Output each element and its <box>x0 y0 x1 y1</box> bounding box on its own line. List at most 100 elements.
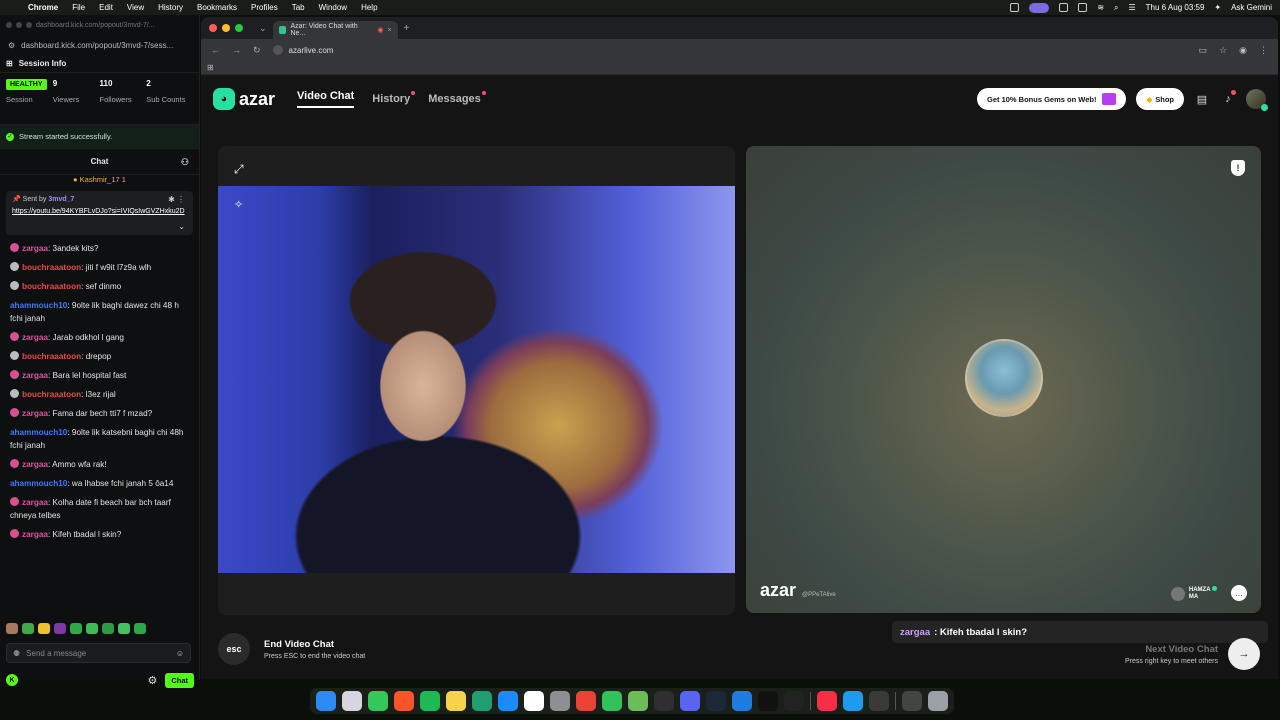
facetime-icon[interactable] <box>602 691 622 711</box>
store-icon[interactable]: ▤ <box>1194 91 1210 107</box>
unpin-more-icon[interactable]: ✱ ⋮ <box>168 195 185 204</box>
close-window-icon[interactable] <box>6 22 12 28</box>
search-icon[interactable]: ⌕ <box>1114 3 1118 13</box>
chat-username[interactable]: zargaa <box>22 498 48 507</box>
music-icon[interactable] <box>817 691 837 711</box>
launchpad-icon[interactable] <box>342 691 362 711</box>
site-settings-icon[interactable]: ⚙ <box>8 41 15 50</box>
appstore-icon[interactable] <box>498 691 518 711</box>
chat-bubble-icon[interactable]: … <box>1231 585 1247 601</box>
chat-send-button[interactable]: Chat <box>165 672 194 688</box>
kick-logo-icon[interactable]: K <box>6 674 18 686</box>
menu-view[interactable]: View <box>127 3 144 12</box>
shop-button[interactable]: ◆ Shop <box>1136 88 1184 110</box>
chat-users-icon[interactable]: ⚇ <box>181 157 189 168</box>
my-avatar[interactable] <box>1246 89 1268 111</box>
chat-username[interactable]: ahammouch10 <box>10 479 67 488</box>
discord-icon[interactable] <box>680 691 700 711</box>
azar-logo[interactable]: ◕ azar <box>213 88 275 110</box>
capcut2-icon[interactable] <box>784 691 804 711</box>
safari-icon[interactable] <box>843 691 863 711</box>
minimize-window-icon[interactable] <box>16 22 22 28</box>
messages-icon[interactable] <box>368 691 388 711</box>
nav-video-chat[interactable]: Video Chat <box>297 90 355 108</box>
bell-icon[interactable]: ♪ <box>1220 90 1236 107</box>
capcut-icon[interactable] <box>628 691 648 711</box>
input-source-icon[interactable] <box>1078 3 1088 12</box>
screen-recording-icon[interactable] <box>1029 2 1050 13</box>
new-tab-icon[interactable]: + <box>404 23 410 34</box>
menu-help[interactable]: Help <box>361 3 377 12</box>
menu-window[interactable]: Window <box>319 3 347 12</box>
next-arrow-icon[interactable]: → <box>1228 638 1260 670</box>
close-window-icon[interactable] <box>209 24 217 32</box>
chat-username[interactable]: zargaa <box>22 460 48 469</box>
omnibox[interactable]: azarlive.com <box>272 45 333 55</box>
reload-icon[interactable]: ↻ <box>253 45 261 56</box>
emote-icon[interactable] <box>86 623 98 634</box>
kick-url-bar[interactable]: ⚙ dashboard.kick.com/popout/3mvd-7/sess.… <box>0 35 199 55</box>
back-icon[interactable]: ← <box>211 45 220 55</box>
chat-username[interactable]: bouchraaatoon <box>22 390 81 399</box>
chat-username[interactable]: ahammouch10 <box>10 301 67 310</box>
chevron-down-icon[interactable]: ⌄ <box>178 222 185 231</box>
emote-icon[interactable] <box>38 623 50 634</box>
minimize-window-icon[interactable] <box>222 24 230 32</box>
chat-username[interactable]: ahammouch10 <box>10 428 67 437</box>
beauty-filter-icon[interactable]: ✧ <box>234 198 243 211</box>
control-center-icon[interactable]: ☰ <box>1129 3 1136 12</box>
cast-icon[interactable]: ▭ <box>1199 45 1208 56</box>
forward-icon[interactable]: → <box>232 45 241 55</box>
trash-icon[interactable] <box>928 691 948 711</box>
chrome-icon[interactable] <box>576 691 596 711</box>
emote-icon[interactable] <box>54 623 66 634</box>
menu-tab[interactable]: Tab <box>292 3 305 12</box>
emote-icon[interactable] <box>22 623 34 634</box>
menubar-clock[interactable]: Thu 6 Aug 03:59 <box>1146 3 1205 12</box>
notes-icon[interactable] <box>446 691 466 711</box>
pinned-link[interactable]: https://youtu.be/94KYBFLvDJo?si=IVIQsIwG… <box>12 206 187 217</box>
chat-username[interactable]: bouchraaatoon <box>22 263 81 272</box>
pinned-message-user[interactable]: ● Kashmir_17 1 <box>0 175 199 189</box>
tiktok-icon[interactable] <box>758 691 778 711</box>
obs-icon[interactable] <box>654 691 674 711</box>
next-video-chat[interactable]: Next Video Chat Press right key to meet … <box>1125 638 1260 670</box>
notion-icon[interactable] <box>524 691 544 711</box>
davinci-icon[interactable] <box>869 691 889 711</box>
emote-icon[interactable] <box>118 623 130 634</box>
emote-icon[interactable] <box>134 623 146 634</box>
notion-status-icon[interactable] <box>1059 3 1069 12</box>
partner-tag[interactable]: HAMZA MA <box>1170 586 1217 601</box>
gear-icon[interactable]: ⚙ <box>147 674 157 687</box>
brave-icon[interactable] <box>394 691 414 711</box>
emote-icon[interactable] <box>6 623 18 634</box>
nav-messages[interactable]: Messages <box>428 91 486 105</box>
menu-edit[interactable]: Edit <box>99 3 113 12</box>
bonus-gems-button[interactable]: Get 10% Bonus Gems on Web! <box>977 88 1127 110</box>
wifi-icon[interactable]: ≋ <box>1097 3 1104 12</box>
emote-picker-icon[interactable]: ☺ <box>176 649 184 658</box>
chat-identity-icon[interactable]: ⚉ <box>13 649 20 658</box>
menu-bookmarks[interactable]: Bookmarks <box>197 3 237 12</box>
profile-icon[interactable]: ◉ <box>1239 45 1247 56</box>
send-message-input[interactable]: ⚉ Send a message ☺ <box>6 643 191 663</box>
emote-icon[interactable] <box>70 623 82 634</box>
status-extra-icon[interactable] <box>1010 3 1020 12</box>
chat-username[interactable]: zargaa <box>22 371 48 380</box>
close-tab-icon[interactable]: × <box>387 27 391 34</box>
menu-profiles[interactable]: Profiles <box>251 3 278 12</box>
menu-app-name[interactable]: Chrome <box>28 3 58 12</box>
chat-username[interactable]: bouchraaatoon <box>22 282 81 291</box>
esc-key-button[interactable]: esc <box>218 633 250 665</box>
tab-azar[interactable]: Azar: Video Chat with Ne... ◉ × <box>272 21 398 39</box>
stocks-icon[interactable] <box>472 691 492 711</box>
chat-username[interactable]: zargaa <box>22 409 48 418</box>
ask-gemini-button[interactable]: Ask Gemini <box>1231 3 1272 12</box>
chat-username[interactable]: zargaa <box>22 530 48 539</box>
bookmark-star-icon[interactable]: ☆ <box>1219 45 1227 56</box>
xcode-icon[interactable] <box>732 691 752 711</box>
apps-grid-icon[interactable]: ⊞ <box>207 63 214 72</box>
tab-search-icon[interactable]: ⌄ <box>259 23 267 34</box>
expand-icon[interactable]: ⤢ <box>234 162 244 177</box>
finder-icon[interactable] <box>316 691 336 711</box>
